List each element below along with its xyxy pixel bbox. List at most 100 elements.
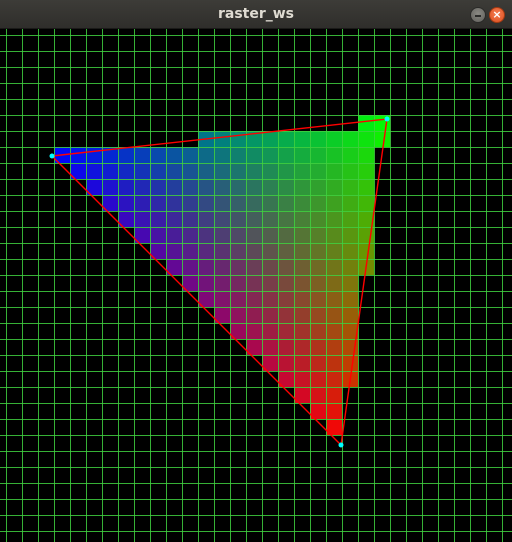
raster-cell (294, 259, 310, 275)
raster-cell (278, 147, 294, 163)
raster-cell (86, 147, 102, 163)
raster-cell (214, 147, 230, 163)
raster-canvas[interactable] (0, 29, 512, 542)
raster-cell (246, 227, 262, 243)
raster-cell (278, 339, 294, 355)
raster-cell (150, 147, 166, 163)
raster-cell (310, 323, 326, 339)
raster-cell (262, 243, 278, 259)
raster-cell (294, 243, 310, 259)
raster-cell (262, 131, 278, 147)
raster-cell (134, 195, 150, 211)
raster-cell (294, 275, 310, 291)
raster-cell (118, 147, 134, 163)
raster-cell (214, 291, 230, 307)
raster-cell (294, 339, 310, 355)
raster-cell (246, 259, 262, 275)
raster-cell (134, 163, 150, 179)
raster-cell (102, 163, 118, 179)
titlebar[interactable]: raster_ws × (0, 0, 512, 29)
raster-cell (198, 227, 214, 243)
raster-cell (182, 211, 198, 227)
raster-cell (278, 355, 294, 371)
raster-cell (198, 243, 214, 259)
raster-cell (166, 227, 182, 243)
raster-cell (342, 147, 358, 163)
vertex-handle-b[interactable] (384, 116, 390, 122)
raster-cell (278, 323, 294, 339)
raster-cell (326, 195, 342, 211)
raster-cell (278, 259, 294, 275)
raster-cell (214, 211, 230, 227)
raster-cell (166, 243, 182, 259)
raster-cell (262, 147, 278, 163)
raster-cell (358, 131, 374, 147)
raster-cell (182, 195, 198, 211)
raster-cell (326, 259, 342, 275)
raster-cell (166, 179, 182, 195)
close-button[interactable]: × (489, 7, 505, 23)
minimize-button[interactable] (470, 7, 486, 23)
raster-cell (182, 227, 198, 243)
raster-cell (246, 323, 262, 339)
raster-cell (278, 291, 294, 307)
raster-cell (150, 211, 166, 227)
raster-cell (198, 195, 214, 211)
raster-cell (198, 163, 214, 179)
raster-cell (326, 211, 342, 227)
raster-cell (278, 131, 294, 147)
raster-cell (134, 211, 150, 227)
raster-cell (102, 179, 118, 195)
raster-cell (358, 163, 374, 179)
raster-cell (310, 387, 326, 403)
raster-cell (230, 291, 246, 307)
raster-cell (262, 291, 278, 307)
raster-cell (294, 131, 310, 147)
raster-cell (294, 147, 310, 163)
raster-cell (326, 339, 342, 355)
raster-cell (182, 243, 198, 259)
raster-cell (214, 163, 230, 179)
raster-cell (342, 163, 358, 179)
vertex-handle-c[interactable] (338, 442, 344, 448)
raster-cell (326, 403, 342, 419)
raster-cell (182, 259, 198, 275)
raster-cell (214, 259, 230, 275)
vertex-handle-a[interactable] (49, 153, 55, 159)
raster-cell (294, 211, 310, 227)
raster-cell (310, 195, 326, 211)
raster-cell (230, 131, 246, 147)
raster-cell (150, 227, 166, 243)
raster-cell (310, 131, 326, 147)
raster-cell (262, 307, 278, 323)
raster-cell (198, 275, 214, 291)
raster-cell (278, 243, 294, 259)
raster-cell (230, 163, 246, 179)
raster-cell (198, 259, 214, 275)
raster-cell (326, 131, 342, 147)
raster-cell (214, 179, 230, 195)
raster-cell (342, 131, 358, 147)
raster-cell (246, 211, 262, 227)
app-window: raster_ws × (0, 0, 512, 542)
raster-cell (310, 179, 326, 195)
raster-cell (246, 163, 262, 179)
window-title: raster_ws (217, 6, 295, 22)
raster-cell (342, 307, 358, 323)
raster-cell (294, 371, 310, 387)
raster-cell (198, 179, 214, 195)
raster-cell (310, 163, 326, 179)
raster-cell (198, 147, 214, 163)
raster-cell (166, 163, 182, 179)
raster-cell (278, 195, 294, 211)
raster-cell (310, 227, 326, 243)
raster-cell (310, 355, 326, 371)
raster-cell (326, 307, 342, 323)
raster-cell (342, 211, 358, 227)
raster-cell (342, 195, 358, 211)
raster-cell (278, 227, 294, 243)
raster-cell (358, 243, 374, 259)
raster-cell (358, 115, 374, 131)
raster-cell (166, 147, 182, 163)
raster-cell (294, 227, 310, 243)
